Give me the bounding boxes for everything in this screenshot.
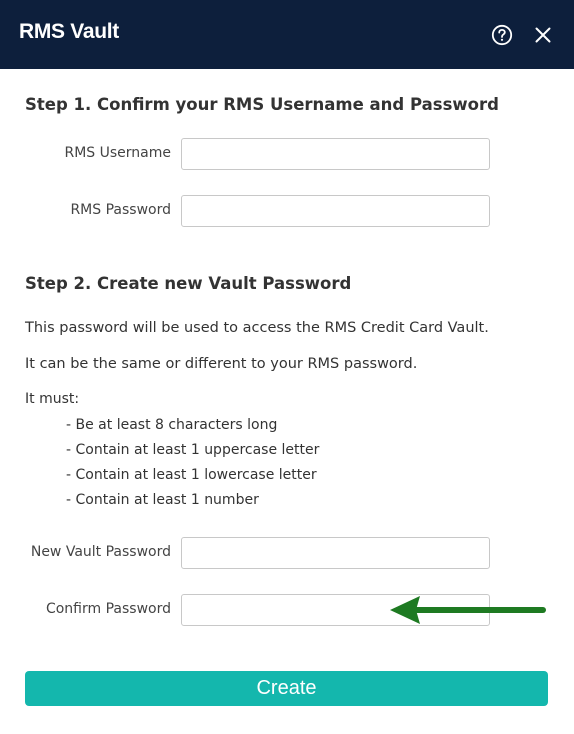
requirement-item: - Contain at least 1 number [66, 492, 259, 508]
vault-description-2: It can be the same or different to your … [25, 356, 418, 372]
create-button[interactable]: Create [25, 671, 548, 706]
rms-password-input[interactable] [181, 195, 490, 227]
requirement-item: - Contain at least 1 lowercase letter [66, 467, 317, 483]
password-requirements-list: - Be at least 8 characters long - Contai… [66, 415, 319, 515]
step2-heading: Step 2. Create new Vault Password [25, 274, 352, 293]
step1-heading: Step 1. Confirm your RMS Username and Pa… [25, 95, 499, 114]
new-vault-password-input[interactable] [181, 537, 490, 569]
requirement-item: - Contain at least 1 uppercase letter [66, 442, 320, 458]
rms-password-label: RMS Password [70, 202, 171, 218]
new-vault-password-label: New Vault Password [30, 544, 171, 560]
rms-username-input[interactable] [181, 138, 490, 170]
confirm-password-label: Confirm Password [45, 601, 171, 617]
question-circle-icon[interactable] [491, 24, 513, 46]
requirement-item: - Be at least 8 characters long [66, 417, 278, 433]
vault-description-1: This password will be used to access the… [25, 320, 489, 336]
requirements-title: It must: [25, 391, 80, 407]
annotation-arrow-icon [390, 596, 546, 624]
dialog-header: RMS Vault [0, 0, 574, 69]
dialog-title: RMS Vault [19, 20, 119, 43]
close-icon[interactable] [534, 26, 552, 44]
rms-username-label: RMS Username [64, 145, 171, 161]
